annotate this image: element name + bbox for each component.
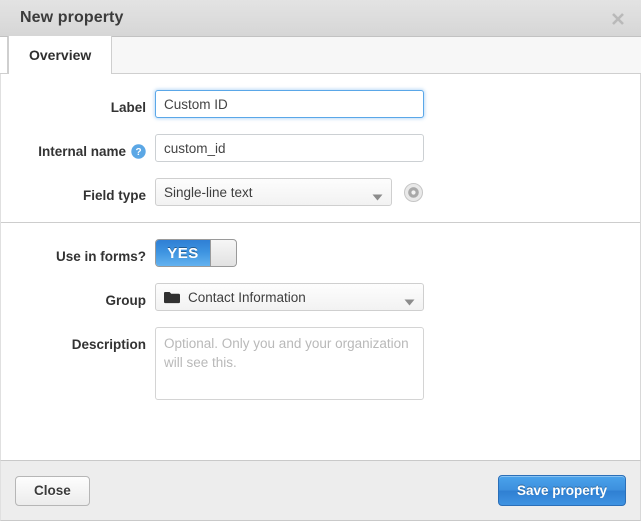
- tab-overview-label: Overview: [29, 47, 92, 63]
- chevron-down-icon: [404, 294, 415, 305]
- tab-strip: Overview: [0, 36, 641, 74]
- field-type-label: Field type: [82, 188, 146, 203]
- save-property-button[interactable]: Save property: [497, 475, 626, 506]
- group-label: Group: [105, 293, 147, 308]
- field-type-select[interactable]: Single-line text: [155, 178, 392, 206]
- description-control: [146, 327, 640, 400]
- field-row-use-in-forms: Use in forms? YES: [1, 239, 640, 267]
- internal-name-field-control: [146, 134, 640, 162]
- field-type-control: Single-line text: [146, 178, 640, 206]
- use-in-forms-toggle-on-label: YES: [156, 240, 210, 266]
- label-field-label: Label: [110, 100, 146, 115]
- dialog-footer: Close Save property: [0, 460, 641, 521]
- label-input[interactable]: [155, 90, 424, 118]
- close-icon[interactable]: [608, 9, 628, 29]
- use-in-forms-toggle-knob[interactable]: [210, 240, 236, 266]
- description-textarea[interactable]: [155, 327, 424, 400]
- form-section-basic: Label Internal name ?: [1, 74, 640, 222]
- new-property-dialog: New property Overview Label Custom ID In…: [0, 0, 641, 521]
- description-label: Description: [71, 337, 146, 352]
- group-control: Contact Information: [146, 283, 640, 311]
- field-row-description: Description: [1, 327, 640, 400]
- field-row-group: Group Contact Information: [1, 283, 640, 311]
- use-in-forms-control: YES: [146, 239, 640, 267]
- dialog-titlebar: New property: [0, 0, 641, 37]
- svg-text:?: ?: [135, 147, 141, 158]
- field-type-select-value: Single-line text: [164, 184, 253, 200]
- field-row-field-type: Field type Single-line text: [1, 178, 640, 206]
- tab-overview[interactable]: Overview: [8, 36, 113, 74]
- dialog-title: New property: [20, 9, 124, 26]
- form-section-details: Use in forms? YES Group Contact Informat…: [1, 223, 640, 412]
- field-row-label: Label: [1, 90, 640, 118]
- help-icon[interactable]: ?: [131, 144, 146, 159]
- use-in-forms-toggle[interactable]: YES: [155, 239, 237, 267]
- chevron-down-icon: [372, 189, 383, 200]
- internal-name-field-label: Internal name ?: [1, 134, 146, 162]
- label-field-control: [146, 90, 640, 118]
- field-row-internal-name: Internal name ?: [1, 134, 640, 162]
- close-button[interactable]: Close: [15, 475, 90, 506]
- internal-name-input[interactable]: [155, 134, 424, 162]
- use-in-forms-label: Use in forms?: [55, 249, 146, 264]
- dialog-body: Label Internal name ?: [0, 74, 641, 460]
- gear-icon[interactable]: [404, 182, 423, 202]
- group-select-value: Contact Information: [188, 289, 306, 305]
- folder-icon: [164, 291, 180, 304]
- group-select[interactable]: Contact Information: [155, 283, 424, 311]
